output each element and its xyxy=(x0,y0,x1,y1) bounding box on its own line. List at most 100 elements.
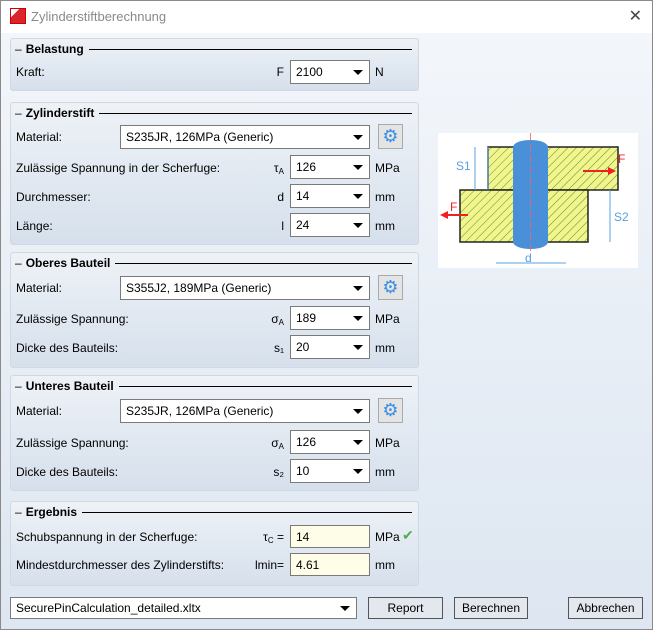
lower-stress-value: 126 xyxy=(296,435,317,449)
upper-thickness-combo[interactable]: 20 xyxy=(290,335,370,359)
sigma-a-symbol: σA xyxy=(271,436,284,451)
spannung-label: Zulässige Spannung: xyxy=(16,312,129,326)
gear-add-icon: ⚙ xyxy=(382,400,399,420)
group-title: Unteres Bauteil xyxy=(25,379,114,393)
unit: mm xyxy=(375,190,395,204)
pin-material-gear-button[interactable]: ⚙ xyxy=(378,124,403,149)
lower-thickness-combo[interactable]: 10 xyxy=(290,459,370,483)
group-zylinderstift: – Zylinderstift Material: S235JR, 126MPa … xyxy=(10,102,419,245)
sigma-a-symbol: σA xyxy=(271,312,284,327)
upper-thickness-value: 20 xyxy=(296,340,310,354)
material-label: Material: xyxy=(16,404,63,418)
title-bar: Zylinderstiftberechnung ✕ xyxy=(1,1,652,33)
group-title: Oberes Bauteil xyxy=(25,256,111,270)
lower-stress-combo[interactable]: 126 xyxy=(290,430,370,454)
spannung-label: Zulässige Spannung in der Scherfuge: xyxy=(16,161,221,175)
upper-material-gear-button[interactable]: ⚙ xyxy=(378,275,403,300)
unit: mm xyxy=(375,558,395,572)
dicke-label: Dicke des Bauteils: xyxy=(16,341,119,355)
chevron-down-icon xyxy=(340,606,350,611)
d-symbol: d xyxy=(277,190,284,204)
kraft-unit: N xyxy=(375,65,384,79)
lower-material-gear-button[interactable]: ⚙ xyxy=(378,398,403,423)
group-title: Zylinderstift xyxy=(25,106,95,120)
unit: MPa xyxy=(375,312,400,326)
close-button[interactable]: ✕ xyxy=(629,6,642,26)
upper-material-value: S355J2, 189MPa (Generic) xyxy=(126,281,272,295)
gear-add-icon: ⚙ xyxy=(382,126,399,146)
group-oberes-bauteil: – Oberes Bauteil Material: S355J2, 189MPa… xyxy=(10,252,419,368)
kraft-combo[interactable]: 2100 xyxy=(290,60,370,84)
mindest-label: Mindestdurchmesser des Zylinderstifts: xyxy=(16,558,225,572)
chevron-down-icon xyxy=(353,223,363,228)
length-value: 24 xyxy=(296,218,310,232)
chevron-down-icon xyxy=(353,345,363,350)
pin-material-combo[interactable]: S235JR, 126MPa (Generic) xyxy=(120,125,370,149)
kraft-value: 2100 xyxy=(296,65,323,79)
chevron-down-icon xyxy=(353,469,363,474)
diameter-value: 14 xyxy=(296,189,310,203)
lower-material-combo[interactable]: S235JR, 126MPa (Generic) xyxy=(120,399,370,423)
shear-stress-result: 14 xyxy=(290,525,370,548)
abbrechen-button[interactable]: Abbrechen xyxy=(568,597,643,619)
lmin-symbol: lmin= xyxy=(254,558,284,572)
unit: MPa xyxy=(375,161,400,175)
unit: MPa xyxy=(375,530,400,544)
report-button[interactable]: Report xyxy=(368,597,443,619)
lower-material-value: S235JR, 126MPa (Generic) xyxy=(126,404,274,418)
gear-add-icon: ⚙ xyxy=(382,277,399,297)
chevron-down-icon xyxy=(353,135,363,140)
spannung-label: Zulässige Spannung: xyxy=(16,436,129,450)
tau-c-symbol: τC = xyxy=(263,530,284,545)
group-title: Ergebnis xyxy=(25,505,78,519)
schub-label: Schubspannung in der Scherfuge: xyxy=(16,530,198,544)
unit: MPa xyxy=(375,436,400,450)
template-value: SecurePinCalculation_detailed.xltx xyxy=(16,601,201,615)
chevron-down-icon xyxy=(353,440,363,445)
tau-a-symbol: τA xyxy=(273,161,284,176)
upper-stress-combo[interactable]: 189 xyxy=(290,306,370,330)
check-icon: ✔ xyxy=(402,527,414,543)
kraft-label: Kraft: xyxy=(16,65,45,79)
dialog-window: Zylinderstiftberechnung ✕ – Belastung Kra… xyxy=(0,0,653,630)
unit: mm xyxy=(375,219,395,233)
pin-stress-value: 126 xyxy=(296,160,317,174)
berechnen-button[interactable]: Berechnen xyxy=(454,597,528,619)
f-right-label: F xyxy=(618,152,625,166)
chevron-down-icon xyxy=(353,194,363,199)
group-title: Belastung xyxy=(25,42,84,56)
lower-thickness-value: 10 xyxy=(296,464,310,478)
s1-symbol: s₁ xyxy=(273,341,284,355)
s2-symbol: s₂ xyxy=(273,465,284,479)
upper-stress-value: 189 xyxy=(296,311,317,325)
kraft-symbol: F xyxy=(276,65,284,79)
unit: mm xyxy=(375,341,395,355)
f-left-label: F xyxy=(450,200,457,214)
group-ergebnis: – Ergebnis Schubspannung in der Scherfuge… xyxy=(10,501,419,586)
min-diameter-result: 4.61 xyxy=(290,553,370,576)
s2-label: S2 xyxy=(614,210,629,224)
material-label: Material: xyxy=(16,281,63,295)
durchmesser-label: Durchmesser: xyxy=(16,190,91,204)
chevron-down-icon xyxy=(353,409,363,414)
pin-stress-combo[interactable]: 126 xyxy=(290,155,370,179)
l-symbol: l xyxy=(281,219,284,233)
laenge-label: Länge: xyxy=(16,219,53,233)
window-title: Zylinderstiftberechnung xyxy=(31,9,167,24)
group-unteres-bauteil: – Unteres Bauteil Material: S235JR, 126MP… xyxy=(10,375,419,491)
upper-material-combo[interactable]: S355J2, 189MPa (Generic) xyxy=(120,276,370,300)
pin-diagram: S1 S2 F F d xyxy=(438,133,638,268)
app-icon xyxy=(10,8,26,24)
d-label: d xyxy=(525,251,532,265)
material-label: Material: xyxy=(16,130,63,144)
chevron-down-icon xyxy=(353,70,363,75)
template-select[interactable]: SecurePinCalculation_detailed.xltx xyxy=(10,597,357,619)
chevron-down-icon xyxy=(353,286,363,291)
pin-material-value: S235JR, 126MPa (Generic) xyxy=(126,130,274,144)
chevron-down-icon xyxy=(353,165,363,170)
dicke-label: Dicke des Bauteils: xyxy=(16,465,119,479)
s1-label: S1 xyxy=(456,159,471,173)
unit: mm xyxy=(375,465,395,479)
length-combo[interactable]: 24 xyxy=(290,213,370,237)
diameter-combo[interactable]: 14 xyxy=(290,184,370,208)
